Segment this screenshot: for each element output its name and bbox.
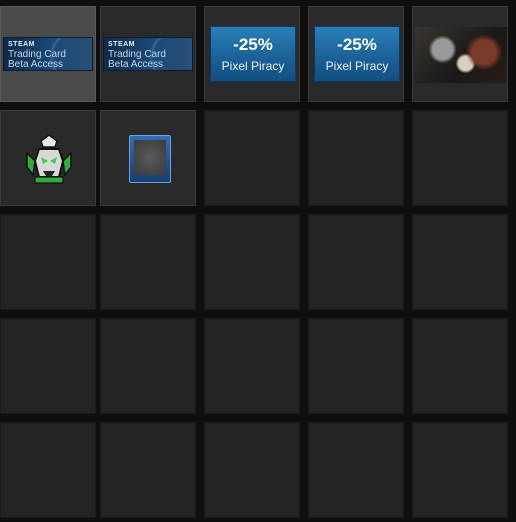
inventory-slot[interactable]: STEAM Trading Card Beta Access <box>100 6 196 102</box>
empty-slot[interactable] <box>0 318 96 414</box>
empty-slot[interactable] <box>0 214 96 310</box>
empty-slot[interactable] <box>204 110 300 206</box>
empty-slot[interactable] <box>308 214 404 310</box>
inventory-slot[interactable] <box>412 6 508 102</box>
pixel-piracy-coupon: -25% Pixel Piracy <box>210 26 296 82</box>
empty-slot[interactable] <box>0 422 96 518</box>
inventory-slot[interactable]: STEAM Trading Card Beta Access <box>0 6 96 102</box>
badge-brand: STEAM <box>8 41 35 48</box>
empty-slot[interactable] <box>100 422 196 518</box>
empty-slot[interactable] <box>204 318 300 414</box>
coupon-discount: -25% <box>233 35 273 54</box>
inventory-slot[interactable] <box>100 110 196 206</box>
empty-slot[interactable] <box>204 214 300 310</box>
inventory-slot[interactable]: -25% Pixel Piracy <box>204 6 300 102</box>
inventory-grid: STEAM Trading Card Beta Access STEAM Trading… <box>0 0 516 522</box>
profile-frame <box>129 135 171 183</box>
inventory-slot[interactable] <box>0 110 96 206</box>
coupon-game-title: Pixel Piracy <box>325 59 389 73</box>
empty-slot[interactable] <box>412 318 508 414</box>
pixel-piracy-coupon: -25% Pixel Piracy <box>314 26 400 82</box>
empty-slot[interactable] <box>308 422 404 518</box>
empty-slot[interactable] <box>100 214 196 310</box>
empty-slot[interactable] <box>308 110 404 206</box>
profile-background-artwork <box>415 27 507 83</box>
frame-avatar-placeholder <box>134 140 166 175</box>
badge-subtitle: Beta Access <box>8 59 64 70</box>
trading-card-beta-badge: STEAM Trading Card Beta Access <box>3 37 93 71</box>
empty-slot[interactable] <box>412 422 508 518</box>
coupon-game-title: Pixel Piracy <box>221 59 285 73</box>
badge-brand: STEAM <box>108 41 135 48</box>
empty-slot[interactable] <box>204 422 300 518</box>
inventory-slot[interactable]: -25% Pixel Piracy <box>308 6 404 102</box>
empty-slot[interactable] <box>412 214 508 310</box>
badge-subtitle: Beta Access <box>108 59 164 70</box>
empty-slot[interactable] <box>412 110 508 206</box>
emoticon-figure <box>21 131 77 187</box>
trading-card-beta-badge: STEAM Trading Card Beta Access <box>103 37 193 71</box>
coupon-discount: -25% <box>337 35 377 54</box>
empty-slot[interactable] <box>100 318 196 414</box>
empty-slot[interactable] <box>308 318 404 414</box>
